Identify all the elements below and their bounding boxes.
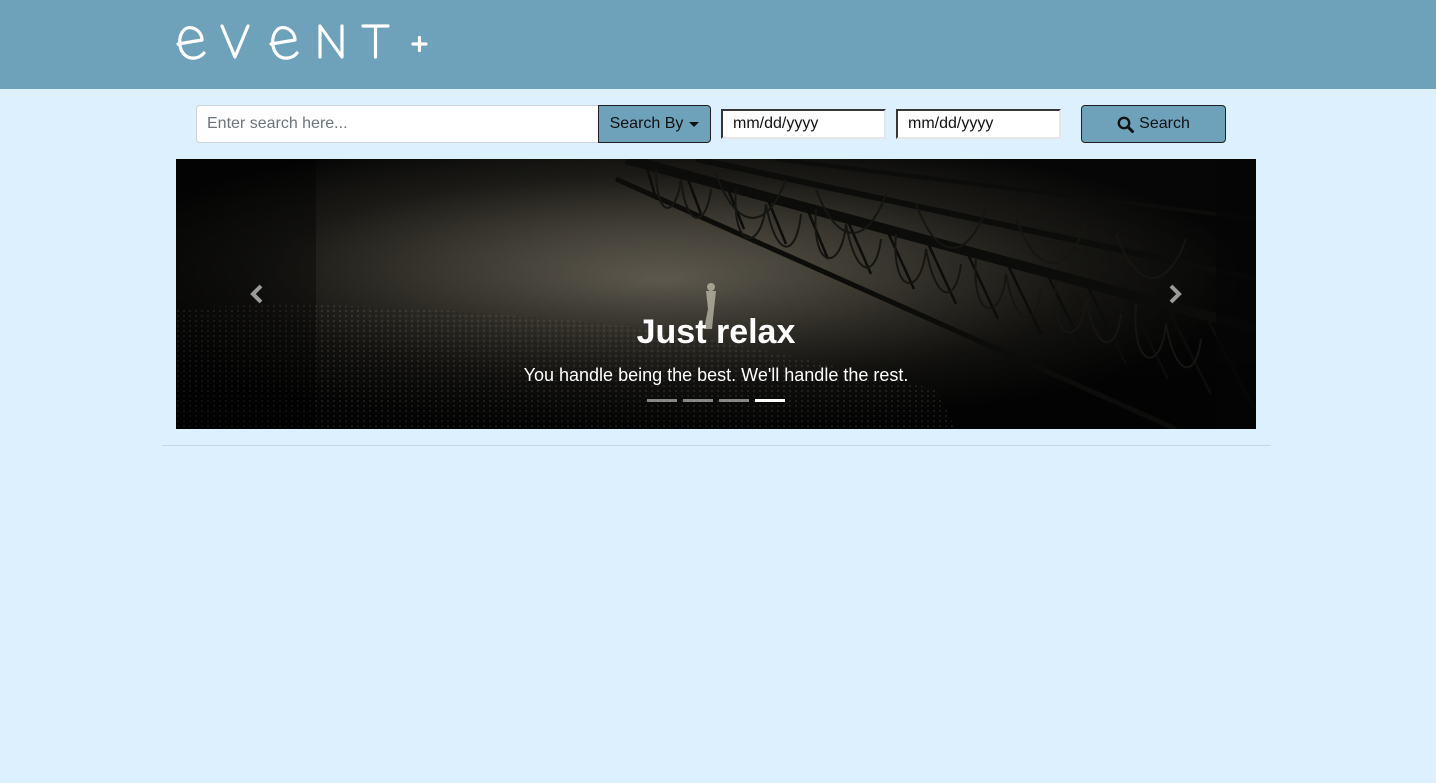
event-plus-logo[interactable] [176, 20, 436, 62]
search-input[interactable] [196, 105, 599, 143]
date-from-text: mm/dd/yyyy [733, 115, 819, 132]
carousel-prev-button[interactable] [237, 279, 277, 309]
chevron-left-icon [250, 284, 263, 304]
date-to-input[interactable]: mm/dd/yyyy [896, 109, 1061, 139]
carousel-indicator-2[interactable] [683, 399, 713, 402]
chevron-right-icon [1169, 284, 1182, 304]
date-to-text: mm/dd/yyyy [908, 115, 994, 132]
top-navbar [0, 0, 1436, 89]
section-divider [162, 445, 1271, 446]
caret-down-icon [689, 122, 700, 127]
carousel-indicator-3[interactable] [719, 399, 749, 402]
date-from-input[interactable]: mm/dd/yyyy [721, 109, 886, 139]
slide-title: Just relax [636, 313, 796, 351]
slide-subtitle: You handle being the best. We'll handle … [523, 365, 909, 385]
search-by-label: Search By [609, 115, 684, 132]
search-bar: Search By mm/dd/yyyy mm/dd/yyyy Search [0, 105, 1436, 143]
search-button[interactable]: Search [1081, 105, 1226, 143]
carousel-next-button[interactable] [1155, 279, 1195, 309]
hero-carousel: Just relax You handle being the best. We… [176, 159, 1256, 429]
carousel-indicators [176, 399, 1256, 403]
search-button-label: Search [1139, 115, 1190, 132]
search-by-dropdown-button[interactable]: Search By [598, 105, 711, 143]
carousel-indicator-1[interactable] [647, 399, 677, 402]
concert-crowd-image [176, 159, 1256, 429]
search-icon [1117, 116, 1135, 133]
carousel-indicator-4[interactable] [755, 399, 785, 402]
